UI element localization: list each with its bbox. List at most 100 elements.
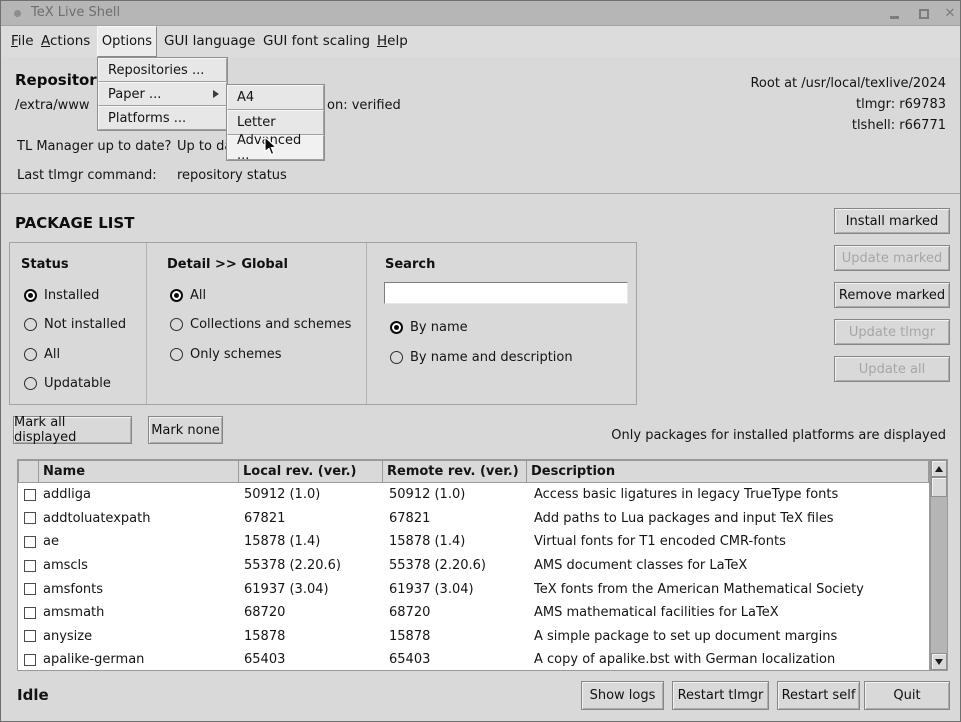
table-row-amscls[interactable]: amscls 55378 (2.20.6) 55378 (2.20.6) AMS… [18,554,929,578]
radio-status-installed[interactable]: Installed [24,288,99,302]
radio-status-updatable[interactable]: Updatable [24,376,111,390]
cell-name: amsmath [39,605,240,620]
table-row-ae[interactable]: ae 15878 (1.4) 15878 (1.4) Virtual fonts… [18,530,929,554]
column-checkbox[interactable] [18,460,39,483]
last-command-value: repository status [177,168,287,183]
cell-local: 55378 (2.20.6) [240,558,385,573]
repository-path: /extra/www [15,98,90,113]
scrollbar-thumb[interactable] [931,477,947,497]
cell-name: amsfonts [39,582,240,597]
arrow-down-icon [935,659,943,665]
platforms-note: Only packages for installed platforms ar… [611,428,946,443]
table-row-addliga[interactable]: addliga 50912 (1.0) 50912 (1.0) Access b… [18,483,929,507]
update-marked-button: Update marked [834,245,950,271]
cell-desc: AMS document classes for LaTeX [530,558,929,573]
radio-detail-collections[interactable]: Collections and schemes [170,317,351,331]
cell-local: 68720 [240,605,385,620]
column-local-rev[interactable]: Local rev. (ver.) [238,460,383,483]
cell-name: amscls [39,558,240,573]
submenu-item-a4[interactable]: A4 [227,85,324,110]
cell-remote: 65403 [385,652,530,667]
package-table: Name Local rev. (ver.) Remote rev. (ver.… [17,459,948,671]
tl-manager-label: TL Manager up to date? [17,139,171,154]
table-row-amsfonts[interactable]: amsfonts 61937 (3.04) 61937 (3.04) TeX f… [18,577,929,601]
mouse-cursor [264,136,277,156]
row-checkbox[interactable] [24,560,36,572]
cell-name: addtoluatexpath [39,511,240,526]
radio-status-not-installed[interactable]: Not installed [24,317,126,331]
table-row-anysize[interactable]: anysize 15878 15878 A simple package to … [18,625,929,649]
radio-icon [170,289,183,302]
radio-status-all[interactable]: All [24,347,60,361]
radio-icon [170,318,183,331]
cell-desc: TeX fonts from the American Mathematical… [530,582,929,597]
menubar: File Actions Options GUI language GUI fo… [1,26,960,57]
row-checkbox[interactable] [24,536,36,548]
maximize-button[interactable] [912,1,936,26]
restart-tlmgr-button[interactable]: Restart tlmgr [672,681,769,710]
cell-name: apalike-german [39,652,240,667]
maximize-icon [919,9,929,19]
row-checkbox[interactable] [24,630,36,642]
restart-self-button[interactable]: Restart self [777,681,860,710]
mark-none-button[interactable]: Mark none [148,416,223,444]
vertical-scrollbar[interactable] [930,459,948,671]
app-icon [14,10,21,17]
minimize-icon [890,16,899,19]
menu-help[interactable]: Help [377,26,408,57]
search-input[interactable] [384,282,628,304]
radio-search-by-name[interactable]: By name [390,320,468,334]
cell-desc: AMS mathematical facilities for LaTeX [530,605,929,620]
table-row-addtoluatexpath[interactable]: addtoluatexpath 67821 67821 Add paths to… [18,507,929,531]
menu-gui-font-scaling[interactable]: GUI font scaling [263,26,370,57]
update-tlmgr-button: Update tlmgr [834,319,950,345]
menu-item-platforms[interactable]: Platforms ... [98,106,227,130]
menu-item-paper[interactable]: Paper ... [98,82,227,106]
status-text: Idle [17,686,49,704]
cell-remote: 68720 [385,605,530,620]
scroll-up-button[interactable] [931,460,947,477]
menu-file[interactable]: File [11,26,34,57]
row-checkbox[interactable] [24,512,36,524]
quit-button[interactable]: Quit [864,681,950,710]
row-checkbox[interactable] [24,583,36,595]
package-list-heading: PACKAGE LIST [15,214,134,232]
menu-actions[interactable]: Actions [41,26,90,57]
radio-icon [24,289,37,302]
cell-remote: 67821 [385,511,530,526]
column-remote-rev[interactable]: Remote rev. (ver.) [382,460,527,483]
repository-heading: Repository [15,71,107,89]
cell-remote: 61937 (3.04) [385,582,530,597]
cell-local: 15878 [240,629,385,644]
frame-separator-1 [146,243,147,404]
column-description[interactable]: Description [526,460,929,483]
update-all-button: Update all [834,356,950,382]
radio-search-by-name-desc[interactable]: By name and description [390,350,573,364]
remove-marked-button[interactable]: Remove marked [834,282,950,308]
radio-icon [390,351,403,364]
radio-detail-only-schemes[interactable]: Only schemes [170,347,282,361]
row-checkbox[interactable] [24,654,36,666]
table-row-apalike-german[interactable]: apalike-german 65403 65403 A copy of apa… [18,648,929,671]
row-checkbox[interactable] [24,607,36,619]
install-marked-button[interactable]: Install marked [834,208,950,234]
cell-local: 67821 [240,511,385,526]
table-row-amsmath[interactable]: amsmath 68720 68720 AMS mathematical fac… [18,601,929,625]
submenu-item-letter[interactable]: Letter [227,110,324,135]
cell-name: ae [39,534,240,549]
cell-desc: Virtual fonts for T1 encoded CMR-fonts [530,534,929,549]
table-header: Name Local rev. (ver.) Remote rev. (ver.… [18,460,929,483]
arrow-up-icon [935,466,943,472]
show-logs-button[interactable]: Show logs [581,681,664,710]
radio-detail-all[interactable]: All [170,288,206,302]
menu-gui-language[interactable]: GUI language [164,26,255,57]
column-name[interactable]: Name [38,460,239,483]
mark-all-displayed-button[interactable]: Mark all displayed [13,416,132,444]
section-divider [1,193,961,194]
menu-options[interactable]: Options [97,26,157,57]
minimize-button[interactable] [882,1,906,26]
row-checkbox[interactable] [24,489,36,501]
scroll-down-button[interactable] [931,653,947,670]
close-button[interactable]: ✕ [938,1,961,26]
menu-item-repositories[interactable]: Repositories ... [98,58,227,82]
